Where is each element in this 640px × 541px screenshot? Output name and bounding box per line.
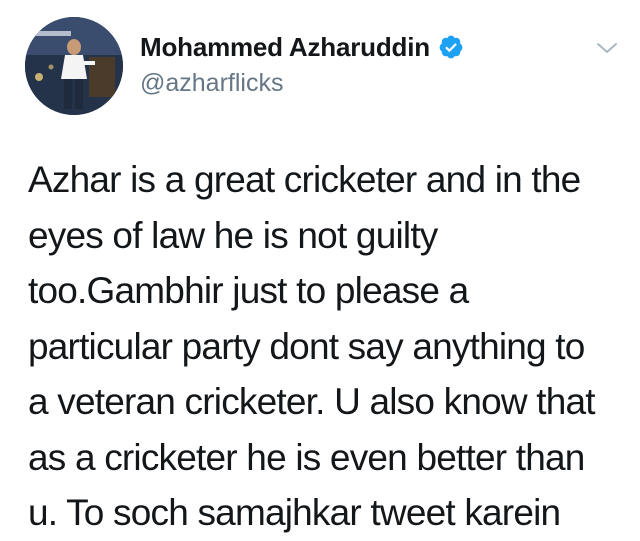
handle[interactable]: @azharflicks: [140, 69, 464, 98]
tweet-card: Mohammed Azharuddin @azharflicks Azhar i…: [0, 0, 640, 538]
tweet-text-line: as a cricketer he is even better than: [28, 436, 585, 478]
display-name[interactable]: Mohammed Azharuddin: [140, 32, 430, 63]
tweet-text-line: particular party dont say anything to: [28, 325, 585, 367]
tweet-text-line: eyes of law he is not guilty: [28, 214, 438, 256]
avatar[interactable]: [25, 17, 123, 115]
tweet-text-line: a veteran cricketer. U also know that: [28, 381, 596, 422]
verified-badge-icon: [438, 34, 464, 60]
author-block: Mohammed Azharuddin @azharflicks: [140, 31, 464, 98]
tweet-text-line: Azhar is a great cricketer and in the: [28, 159, 581, 200]
name-row: Mohammed Azharuddin: [140, 31, 464, 63]
tweet-text-line: u. To soch samajhkar tweet karein: [28, 492, 561, 533]
chevron-down-icon[interactable]: [595, 40, 619, 56]
avatar-photo: [25, 17, 123, 115]
tweet-text-line: too.Gambhir just to please a: [28, 270, 469, 311]
tweet-text: Azhar is a great cricketer and in the ey…: [28, 152, 628, 541]
